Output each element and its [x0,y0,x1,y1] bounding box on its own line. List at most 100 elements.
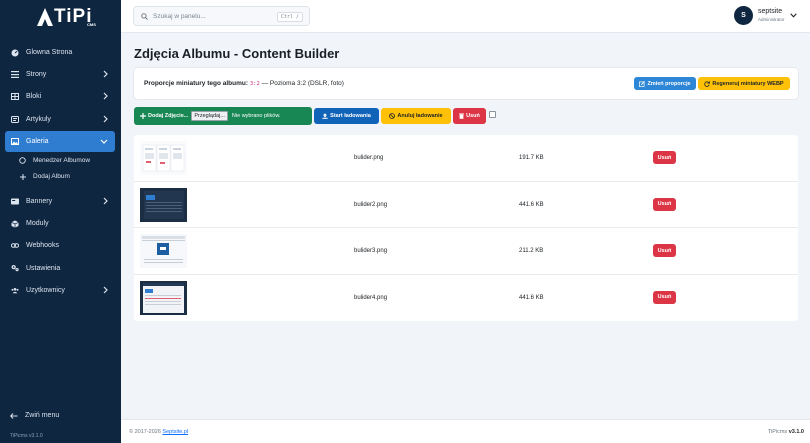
search-box[interactable]: Ctrl / [133,6,310,26]
sidebar-item-label: Galeria [26,137,49,145]
page-title: Zdjęcia Albumu - Content Builder [134,46,340,61]
cube-icon [11,220,19,228]
search-icon [141,12,148,20]
search-shortcut: Ctrl / [276,12,303,22]
thumbnail[interactable] [140,234,187,268]
no-files-text: Nie wybrano plików. [231,113,281,119]
user-role: Administrator [758,16,785,22]
sidebar-item-moduly[interactable]: Moduly [5,213,115,234]
start-upload-button[interactable]: Start ładowania [314,108,379,124]
sidebar-item-label: Moduly [26,220,49,228]
arrow-left-icon [10,412,18,419]
file-size: 191.7 KB [519,155,544,161]
collapse-menu-label: Zwiń menu [25,412,60,419]
chevron-right-icon [103,197,108,205]
file-size: 441.6 KB [519,294,544,301]
proportions-text: Proporcje miniatury tego albumu: 3:2 — P… [144,80,344,87]
sidebar-item-galeria[interactable]: Galeria [5,130,115,152]
sidebar-subitem-menedzer-albumow[interactable]: Menedzer Albumow [5,153,115,169]
cancel-upload-label: Anuluj ładowanie [397,113,443,119]
circle-icon [19,157,26,165]
file-size: 441.6 KB [519,201,544,208]
sidebar-item-glowna-strona[interactable]: Glowna Strona [5,42,115,63]
table-row: bulider.png 191.7 KB Usuń [134,135,798,182]
user-info: septsite Administrator [758,8,785,24]
upload-icon [322,113,328,119]
sidebar-item-label: Artykuly [26,115,51,123]
edit-icon [639,80,646,87]
logo-sub: CMS [87,22,96,27]
plus-icon [19,173,26,180]
select-all-checkbox[interactable] [489,111,496,118]
version-number: v3.1.0 [788,429,804,435]
delete-file-button[interactable]: Usuń [653,290,676,304]
start-upload-label: Start ładowania [330,113,371,119]
delete-selected-button[interactable]: Usuń [453,108,486,124]
sidebar-item-label: Bannery [26,197,53,205]
refresh-icon [704,80,711,87]
sidebar-item-bloki[interactable]: Bloki [5,86,115,107]
thumbnail[interactable] [140,280,187,315]
thumbnail[interactable] [140,187,187,222]
image-icon [11,137,19,145]
sidebar-item-artykuly[interactable]: Artykuly [5,109,115,130]
sidebar: TiPi CMS Glowna Strona Strony Bloki Arty… [0,0,121,443]
search-input[interactable] [153,12,273,20]
sidebar-item-strony[interactable]: Strony [5,64,115,85]
file-name: bulider.png [354,155,384,161]
collapse-menu-button[interactable]: Zwiń menu [10,412,59,419]
chevron-right-icon [103,70,108,78]
user-name: septsite [758,7,783,15]
footer-copyright: © 2017-2026 Septsite.pl [129,429,188,435]
sidebar-item-label: Webhooks [26,242,59,250]
regenerate-thumbnails-button[interactable]: Regeneruj miniatury WEBP [698,77,790,90]
sidebar-nav: Glowna Strona Strony Bloki Artykuly Gale… [5,42,115,302]
link-icon [11,242,19,250]
delete-file-button[interactable]: Usuń [653,197,676,211]
trash-icon [459,113,465,119]
logo[interactable]: TiPi CMS [37,6,96,28]
user-menu[interactable]: S septsite Administrator [734,6,797,25]
sidebar-item-uzytkownicy[interactable]: Uzytkownicy [5,280,115,301]
upload-toolbar: Dodaj Zdjęcie... Przeglądaj... Nie wybra… [134,107,534,125]
avatar[interactable]: S [734,6,753,25]
table-row: bulider2.png 441.6 KB Usuń [134,182,798,228]
tent-logo-icon [37,8,53,26]
file-name: bulider3.png [354,248,388,254]
plus-icon [140,113,146,119]
sidebar-item-label: Bloki [26,93,42,101]
proportions-ratio: 3:2 [249,81,260,87]
cancel-upload-button[interactable]: Anuluj ładowanie [381,108,451,124]
change-proportions-button[interactable]: Zmień proporcje [634,77,696,90]
sidebar-item-webhooks[interactable]: Webhooks [5,235,115,256]
browse-files-button[interactable]: Przeglądaj... [191,111,228,121]
chevron-down-icon[interactable] [789,13,797,18]
sidebar-item-label: Strony [26,71,47,79]
delete-file-button[interactable]: Usuń [653,151,676,164]
add-photo-button[interactable]: Dodaj Zdjęcie... Przeglądaj... Nie wybra… [134,107,312,125]
delete-file-button[interactable]: Usuń [653,244,676,257]
sidebar-version: TiPicms v3.1.0 [10,433,43,439]
sidebar-item-bannery[interactable]: Bannery [5,191,115,212]
table-row: bulider3.png 211.2 KB Usuń [134,228,798,275]
thumbnail[interactable] [140,141,187,175]
topbar: Ctrl / S septsite Administrator [121,0,810,33]
chevron-right-icon [103,92,108,100]
file-size: 211.2 KB [519,248,544,254]
newspaper-icon [11,115,19,123]
users-icon [11,286,19,294]
list-icon [11,71,19,79]
sidebar-item-ustawienia[interactable]: Ustawienia [5,258,115,279]
ban-icon [389,113,396,119]
files-table: bulider.png 191.7 KB Usuń bulider2.png 4… [134,135,798,321]
footer: © 2017-2026 Septsite.pl TiPicms v3.1.0 [121,419,810,443]
sidebar-subitem-label: Dodaj Album [33,173,70,181]
sidebar-item-label: Uzytkownicy [26,286,65,294]
dashboard-icon [11,49,19,57]
proportions-card: Proporcje miniatury tego albumu: 3:2 — P… [134,68,798,99]
sidebar-subitem-dodaj-album[interactable]: Dodaj Album [5,169,115,185]
file-name: bulider4.png [354,294,388,301]
add-photo-label: Dodaj Zdjęcie... [148,113,189,119]
septsite-link[interactable]: Septsite.pl [162,429,188,435]
banner-icon [11,197,19,205]
